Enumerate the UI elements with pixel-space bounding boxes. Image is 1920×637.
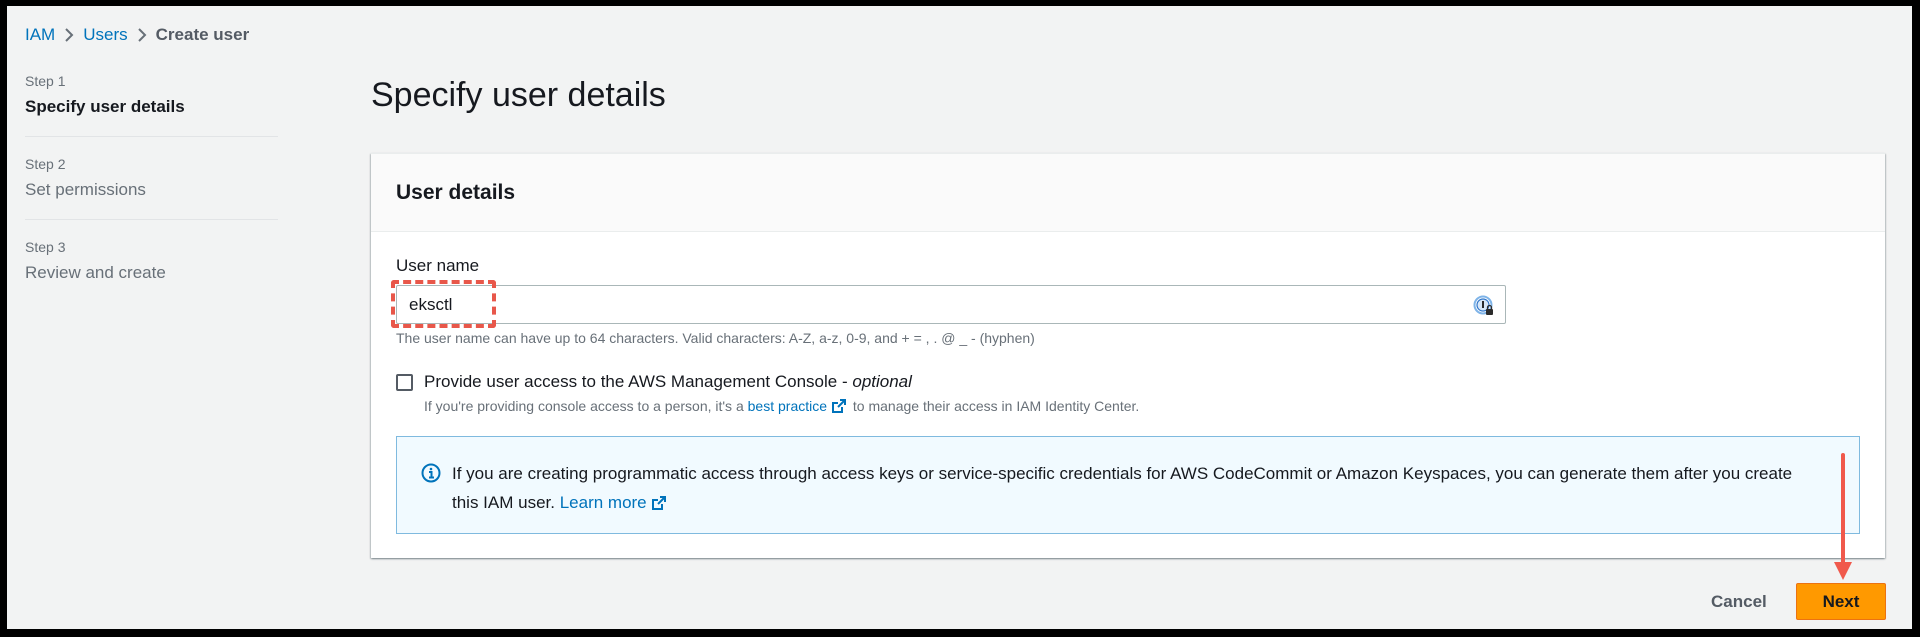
page-title: Specify user details <box>371 76 666 114</box>
user-details-panel: User details User name The user name can… <box>371 153 1885 558</box>
password-manager-icon[interactable] <box>1473 294 1495 316</box>
breadcrumb: IAM Users Create user <box>25 24 249 46</box>
username-input[interactable] <box>397 286 1505 323</box>
step-number: Step 1 <box>25 73 66 89</box>
optional-label: optional <box>852 372 912 391</box>
info-icon <box>421 463 441 483</box>
step-number: Step 3 <box>25 239 66 255</box>
step-review-and-create[interactable]: Step 3 Review and create <box>25 238 278 302</box>
info-alert: If you are creating programmatic access … <box>396 436 1860 534</box>
external-link-icon[interactable] <box>831 398 847 414</box>
cancel-button[interactable]: Cancel <box>1697 583 1781 620</box>
panel-header: User details <box>371 154 1885 232</box>
description-suffix: to manage their access in IAM Identity C… <box>849 398 1140 414</box>
username-constraint-text: The user name can have up to 64 characte… <box>396 330 1035 346</box>
breadcrumb-create-user: Create user <box>155 25 250 44</box>
console-access-option: Provide user access to the AWS Managemen… <box>396 371 1139 415</box>
console-access-label[interactable]: Provide user access to the AWS Managemen… <box>424 371 1139 393</box>
panel-title: User details <box>396 181 516 204</box>
next-button[interactable]: Next <box>1796 583 1886 620</box>
app-frame: IAM Users Create user Step 1 Specify use… <box>7 6 1912 629</box>
username-label: User name <box>396 256 480 275</box>
wizard-steps: Step 1 Specify user details Step 2 Set p… <box>25 72 278 320</box>
external-link-icon[interactable] <box>651 495 667 511</box>
chevron-right-icon <box>128 28 156 42</box>
learn-more-link[interactable]: Learn more <box>560 493 647 512</box>
console-access-checkbox[interactable] <box>396 374 413 391</box>
console-access-label-text: Provide user access to the AWS Managemen… <box>424 372 853 391</box>
step-number: Step 2 <box>25 156 66 172</box>
step-set-permissions[interactable]: Step 2 Set permissions <box>25 155 278 220</box>
description-prefix: If you're providing console access to a … <box>424 398 748 414</box>
step-specify-user-details: Step 1 Specify user details <box>25 72 278 137</box>
chevron-right-icon <box>55 28 83 42</box>
console-access-description: If you're providing console access to a … <box>424 397 1139 415</box>
best-practice-link[interactable]: best practice <box>748 398 827 414</box>
breadcrumb-iam[interactable]: IAM <box>25 24 55 46</box>
username-field[interactable] <box>396 285 1506 324</box>
step-title: Review and create <box>25 263 166 282</box>
breadcrumb-users[interactable]: Users <box>83 24 127 46</box>
step-title: Specify user details <box>25 97 185 116</box>
step-title: Set permissions <box>25 180 146 199</box>
